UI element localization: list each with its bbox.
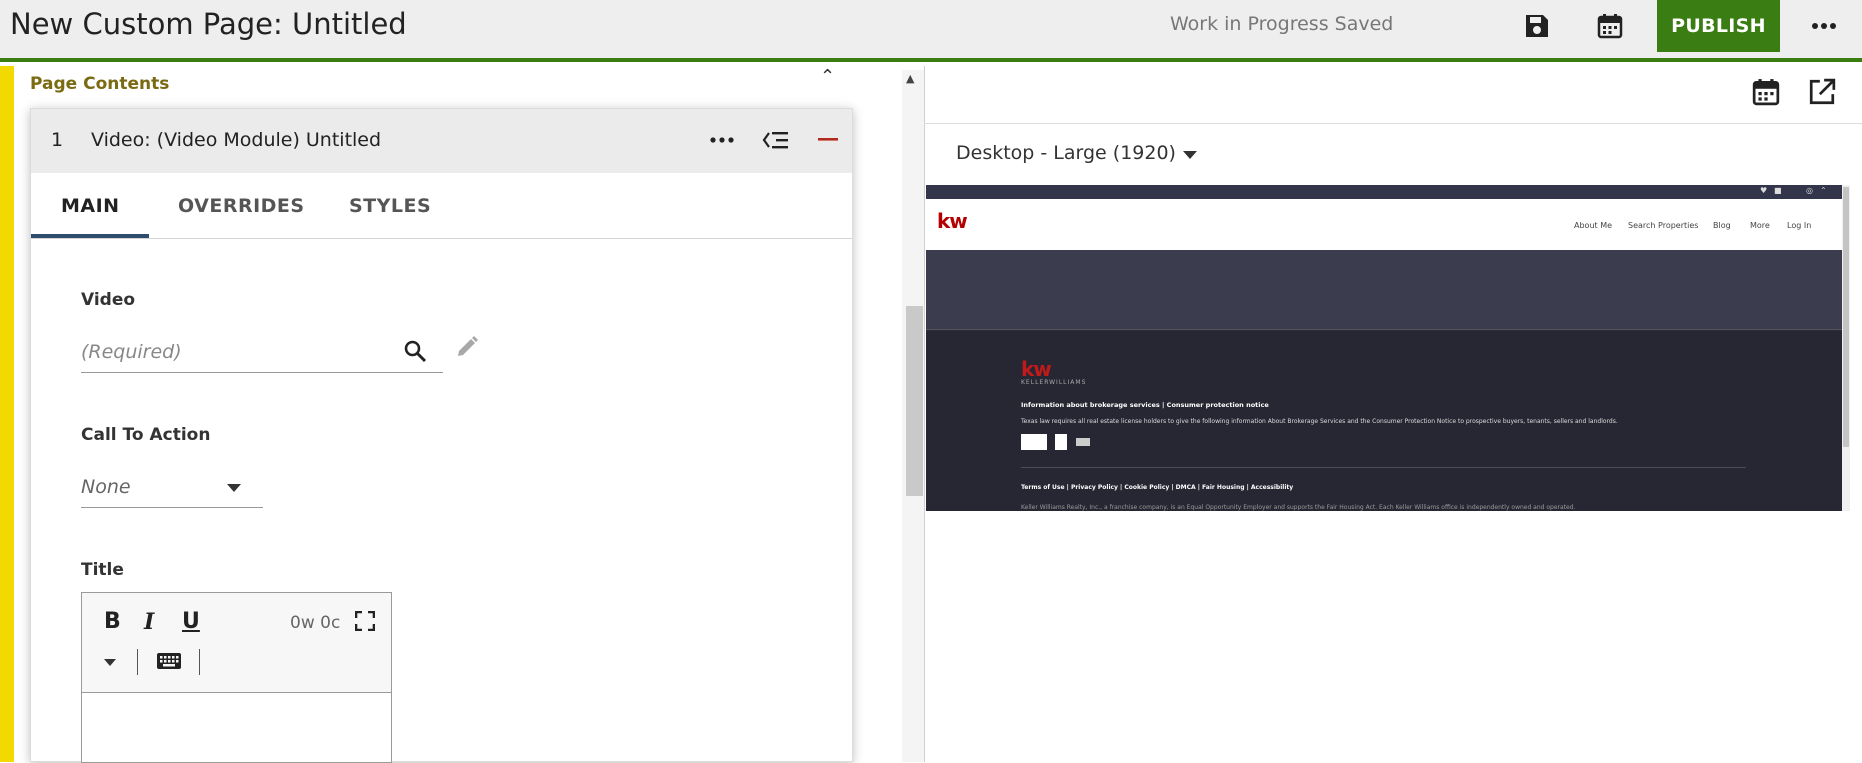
preview-logo: kw bbox=[937, 209, 968, 233]
format-dropdown-icon[interactable] bbox=[104, 659, 116, 666]
toolbar-divider bbox=[137, 649, 138, 675]
scroll-up-arrow-icon[interactable]: ▲ bbox=[906, 72, 914, 85]
preview-nav-link: Log In bbox=[1787, 221, 1812, 230]
editor-scrollbar-thumb[interactable] bbox=[906, 306, 923, 496]
twitter-icon: ♥ bbox=[1760, 186, 1768, 195]
module-card: 1 Video: (Video Module) Untitled MAIN OV… bbox=[30, 108, 853, 763]
publish-button[interactable]: PUBLISH bbox=[1657, 0, 1780, 52]
search-icon[interactable] bbox=[403, 339, 427, 363]
video-field[interactable]: (Required) bbox=[81, 329, 443, 373]
keyboard-icon[interactable] bbox=[156, 651, 182, 671]
fullscreen-icon[interactable] bbox=[355, 611, 375, 631]
italic-button[interactable]: I bbox=[144, 609, 154, 635]
preview-utility-bar: ♥ ■ ◎ ⌃ bbox=[926, 185, 1842, 199]
module-tabs: MAIN OVERRIDES STYLES bbox=[31, 173, 852, 239]
preview-nav-link: Search Properties bbox=[1628, 221, 1699, 230]
more-icon bbox=[1812, 23, 1836, 29]
bold-button[interactable]: B bbox=[104, 609, 121, 634]
more-menu-button[interactable] bbox=[1797, 0, 1851, 52]
module-index: 1 bbox=[51, 129, 64, 151]
preview-footer-divider bbox=[1021, 467, 1746, 468]
cta-select[interactable]: None bbox=[81, 464, 263, 508]
preview-toolbar bbox=[924, 66, 1862, 124]
preview-footer-logo: kw bbox=[1021, 357, 1052, 381]
video-field-label: Video bbox=[81, 290, 136, 310]
underline-button[interactable]: U bbox=[182, 609, 200, 634]
open-in-new-icon[interactable] bbox=[1808, 78, 1836, 106]
rte-toolbar: B I U 0w 0c bbox=[82, 593, 391, 693]
schedule-button[interactable] bbox=[1583, 0, 1637, 52]
page-title: New Custom Page: Untitled bbox=[10, 7, 407, 41]
minus-icon bbox=[818, 138, 838, 141]
more-icon bbox=[710, 137, 734, 143]
facebook-icon: ■ bbox=[1774, 186, 1782, 195]
realtor-icon bbox=[1055, 434, 1067, 450]
calendar-icon bbox=[1597, 14, 1623, 39]
save-status: Work in Progress Saved bbox=[1170, 13, 1394, 35]
preview-nav-link: Blog bbox=[1713, 221, 1731, 230]
save-icon bbox=[1526, 15, 1548, 37]
preview-footer-text: Texas law requires all real estate licen… bbox=[1021, 418, 1618, 425]
save-button[interactable] bbox=[1510, 0, 1564, 52]
video-field-placeholder: (Required) bbox=[81, 341, 182, 363]
word-char-counter: 0w 0c bbox=[290, 613, 341, 633]
list-collapse-icon bbox=[762, 132, 788, 149]
preview-footer-logo-sub: KELLERWILLIAMS bbox=[1021, 379, 1087, 386]
chevron-up-icon: ⌃ bbox=[1820, 186, 1827, 195]
equal-housing-icon bbox=[1021, 434, 1047, 450]
module-name: Video: (Video Module) Untitled bbox=[91, 129, 382, 151]
module-more-button[interactable] bbox=[705, 123, 739, 157]
title-rich-text-editor: B I U 0w 0c bbox=[81, 592, 392, 763]
pencil-icon[interactable] bbox=[455, 335, 479, 359]
globe-icon: ◎ bbox=[1806, 186, 1813, 195]
mls-icon bbox=[1076, 438, 1090, 446]
section-rail bbox=[0, 66, 14, 762]
tab-main[interactable]: MAIN bbox=[61, 195, 120, 217]
toolbar-divider bbox=[199, 649, 200, 675]
chevron-down-icon[interactable] bbox=[1183, 151, 1197, 159]
module-reorder-button[interactable] bbox=[759, 123, 793, 157]
site-preview-frame[interactable]: ♥ ■ ◎ ⌃ kw About Me Search Properties Bl… bbox=[926, 185, 1842, 511]
section-title: Page Contents bbox=[30, 74, 170, 94]
calendar-icon[interactable] bbox=[1752, 78, 1780, 106]
preview-nav-link: More bbox=[1750, 221, 1770, 230]
preview-footer-links: Terms of Use | Privacy Policy | Cookie P… bbox=[1021, 484, 1294, 491]
active-tab-indicator bbox=[31, 234, 149, 238]
cta-select-value: None bbox=[81, 476, 131, 498]
device-select[interactable]: Desktop - Large (1920) bbox=[956, 142, 1176, 164]
preview-nav-link: About Me bbox=[1574, 221, 1613, 230]
preview-footer: kw KELLERWILLIAMS Information about brok… bbox=[926, 331, 1842, 511]
collapse-section-icon[interactable]: ⌃ bbox=[820, 66, 835, 87]
preview-footer-disclaimer: Keller Williams Realty, Inc., a franchis… bbox=[1021, 504, 1576, 511]
module-header[interactable]: 1 Video: (Video Module) Untitled bbox=[31, 109, 852, 173]
preview-scrollbar-thumb[interactable] bbox=[1843, 187, 1849, 447]
tab-overrides[interactable]: OVERRIDES bbox=[178, 195, 305, 217]
preview-footer-heading: Information about brokerage services | C… bbox=[1021, 401, 1269, 409]
top-bar: New Custom Page: Untitled Work in Progre… bbox=[0, 0, 1862, 511]
tab-styles[interactable]: STYLES bbox=[349, 195, 431, 217]
module-remove-button[interactable] bbox=[811, 123, 845, 157]
chevron-down-icon bbox=[227, 484, 241, 492]
preview-nav: kw About Me Search Properties Blog More … bbox=[926, 199, 1842, 250]
title-field-label: Title bbox=[81, 560, 124, 580]
cta-field-label: Call To Action bbox=[81, 425, 211, 445]
preview-video-area bbox=[926, 250, 1842, 330]
